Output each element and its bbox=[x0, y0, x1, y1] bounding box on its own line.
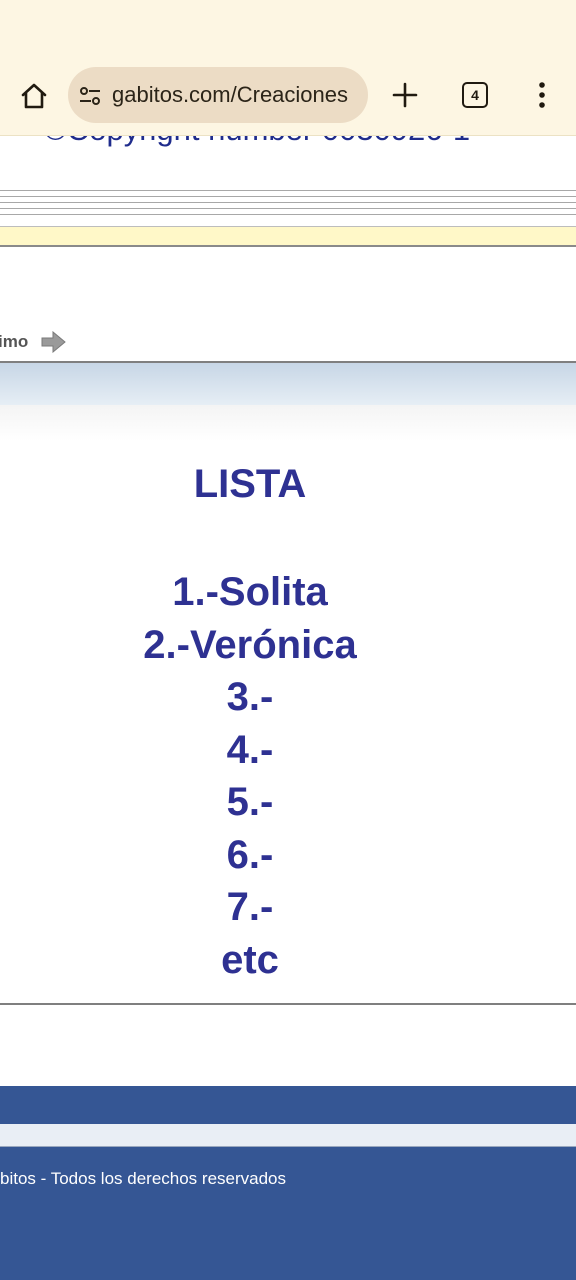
list-item: 2.-Verónica bbox=[143, 622, 357, 667]
url-text: gabitos.com/Creaciones bbox=[112, 82, 349, 107]
footer-copyright-text: bitos - Todos los derechos reservados bbox=[0, 1169, 287, 1188]
tune-icon[interactable] bbox=[78, 84, 102, 108]
home-icon bbox=[21, 83, 47, 109]
plus-icon bbox=[392, 82, 418, 108]
footer: bitos - Todos los derechos reservados bbox=[0, 1147, 576, 1280]
gray-gradient-band bbox=[0, 405, 576, 441]
footer-light-strip bbox=[0, 1124, 576, 1147]
list-item: 7.- bbox=[226, 885, 274, 929]
arrow-right-icon bbox=[41, 331, 67, 353]
browser-toolbar: gabitos.com/Creaciones 4 bbox=[0, 0, 576, 136]
list-item: 3.- bbox=[226, 675, 274, 719]
list-title: LISTA bbox=[193, 462, 307, 506]
list-item: etc bbox=[221, 937, 279, 982]
name-list: 1.-Solita 2.-Verónica 3.- 4.- 5.- 6.- 7.… bbox=[0, 566, 500, 986]
list-item: 5.- bbox=[226, 780, 274, 824]
more-vert-icon bbox=[539, 82, 545, 108]
blue-header-strip bbox=[0, 361, 576, 407]
home-button[interactable] bbox=[14, 76, 54, 116]
next-link[interactable]: imo bbox=[0, 328, 67, 356]
list-item: 6.- bbox=[226, 832, 274, 877]
new-tab-button[interactable] bbox=[385, 75, 425, 115]
tab-switcher-button[interactable]: 4 bbox=[455, 75, 495, 115]
list-item: 1.-Solita bbox=[172, 570, 328, 614]
content-bottom-divider bbox=[0, 1003, 576, 1005]
footer-top-band bbox=[0, 1086, 576, 1124]
page-content: imo LISTA 1.-Solita 2.-Verónica 3.- 4.- … bbox=[0, 136, 576, 1280]
yellow-separator-band bbox=[0, 226, 576, 247]
divider-lines bbox=[0, 190, 576, 220]
list-item: 4.- bbox=[226, 727, 274, 772]
address-bar[interactable]: gabitos.com/Creaciones bbox=[68, 67, 368, 123]
tab-switcher-icon: 4 bbox=[462, 82, 488, 108]
next-link-label: imo bbox=[0, 332, 29, 351]
more-options-button[interactable] bbox=[522, 75, 562, 115]
